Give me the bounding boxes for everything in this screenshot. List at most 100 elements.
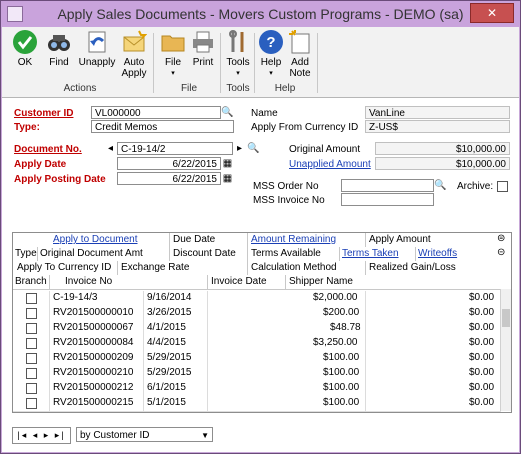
- auto-apply-button[interactable]: Auto Apply: [119, 29, 149, 79]
- customer-id-field[interactable]: VL000000: [91, 106, 221, 119]
- column-divider: [49, 396, 50, 411]
- shipper-cell: $100.00: [323, 397, 360, 408]
- table-row[interactable]: C-19-14/3 9/16/2014 $2,000.00 $0.00: [13, 291, 501, 307]
- writeoffs-header[interactable]: Writeoffs: [418, 248, 457, 259]
- close-button[interactable]: ✕: [470, 3, 514, 23]
- apply-amount-cell[interactable]: $0.00: [469, 292, 494, 303]
- table-row[interactable]: RV201500000215 5/1/2015 $100.00 $0.00: [13, 396, 501, 412]
- apply-amount-cell[interactable]: $0.00: [469, 307, 494, 318]
- envelope-icon: [121, 29, 148, 55]
- file-label: File: [164, 57, 182, 68]
- table-row[interactable]: RV201500000212 6/1/2015 $100.00 $0.00: [13, 381, 501, 397]
- grid-header-row-2: Type Original Document Amt Discount Date…: [13, 247, 511, 262]
- group-file: File: [180, 83, 198, 94]
- ribbon-divider: [254, 33, 255, 93]
- help-icon: ?: [258, 29, 284, 55]
- archive-label: Archive:: [457, 181, 494, 192]
- shipper-cell: $100.00: [323, 382, 360, 393]
- unapplied-amount-field: $10,000.00: [375, 157, 510, 170]
- help-menu-button[interactable]: ? Help ▾: [257, 29, 285, 79]
- invoice-no-cell: RV201500000212: [53, 382, 134, 393]
- column-divider: [207, 366, 208, 381]
- print-button[interactable]: Print: [189, 29, 217, 68]
- mss-order-field[interactable]: [341, 179, 434, 192]
- unapply-button[interactable]: Unapply: [77, 29, 117, 68]
- apply-posting-date-field[interactable]: 6/22/2015: [117, 172, 221, 185]
- chevron-down-icon: ▾: [269, 70, 273, 77]
- search-icon[interactable]: 🔍: [247, 142, 260, 155]
- apply-amount-cell[interactable]: $0.00: [469, 322, 494, 333]
- table-row[interactable]: RV201500000084 4/4/2015 $3,250.00 $0.00: [13, 336, 501, 352]
- column-divider: [207, 275, 208, 289]
- calendar-icon[interactable]: ▦: [221, 172, 234, 185]
- row-select-checkbox[interactable]: [26, 398, 37, 409]
- column-divider: [365, 321, 366, 336]
- chevron-down-icon: ▾: [171, 70, 175, 77]
- unapplied-amount-link[interactable]: Unapplied Amount: [289, 159, 371, 170]
- record-navigation[interactable]: |◂ ◂ ▸ ▸|: [12, 427, 71, 444]
- column-divider: [169, 247, 170, 261]
- chevron-right-icon[interactable]: ▸: [233, 142, 246, 155]
- column-divider: [143, 291, 144, 306]
- original-doc-amt-header: Original Document Amt: [40, 248, 143, 259]
- archive-checkbox[interactable]: [497, 181, 508, 192]
- add-note-button[interactable]: Add Note: [286, 29, 314, 79]
- invoice-date-cell: 6/1/2015: [147, 382, 186, 393]
- amount-remaining-header[interactable]: Amount Remaining: [251, 234, 336, 245]
- column-divider: [143, 336, 144, 351]
- terms-taken-header[interactable]: Terms Taken: [342, 248, 399, 259]
- invoice-date-cell: 4/4/2015: [147, 337, 186, 348]
- table-row[interactable]: RV201500000210 5/29/2015 $100.00 $0.00: [13, 366, 501, 382]
- expand-rows-icon[interactable]: ⊝: [497, 247, 505, 258]
- mss-invoice-label: MSS Invoice No: [253, 195, 325, 206]
- table-row[interactable]: RV201500000209 5/29/2015 $100.00 $0.00: [13, 351, 501, 367]
- ok-button[interactable]: OK: [10, 29, 40, 68]
- row-select-checkbox[interactable]: [26, 338, 37, 349]
- document-no-field[interactable]: C-19-14/2: [117, 142, 233, 155]
- search-icon[interactable]: 🔍: [221, 106, 234, 119]
- realized-gain-loss-header: Realized Gain/Loss: [369, 262, 456, 273]
- column-divider: [169, 233, 170, 247]
- svg-text:?: ?: [266, 34, 275, 51]
- column-divider: [365, 381, 366, 396]
- group-actions: Actions: [63, 83, 97, 94]
- row-select-checkbox[interactable]: [26, 293, 37, 304]
- ribbon-toolbar: OK Find Unapply Auto Apply File ▾ Print: [2, 27, 519, 98]
- apply-amount-cell[interactable]: $0.00: [469, 382, 494, 393]
- apply-amount-cell[interactable]: $0.00: [469, 367, 494, 378]
- apply-amount-cell[interactable]: $0.00: [469, 337, 494, 348]
- find-button[interactable]: Find: [44, 29, 74, 68]
- customer-id-label[interactable]: Customer ID: [14, 108, 73, 119]
- apply-amount-cell[interactable]: $0.00: [469, 352, 494, 363]
- terms-available-header: Terms Available: [251, 248, 321, 259]
- grid-header-row-3: Apply To Currency ID Exchange Rate Calcu…: [13, 261, 511, 276]
- mss-invoice-field[interactable]: [341, 193, 434, 206]
- invoice-date-cell: 9/16/2014: [147, 292, 192, 303]
- file-menu-button[interactable]: File ▾: [158, 29, 188, 79]
- apply-date-field[interactable]: 6/22/2015: [117, 157, 221, 170]
- apply-amount-cell[interactable]: $0.00: [469, 397, 494, 408]
- row-select-checkbox[interactable]: [26, 323, 37, 334]
- table-row[interactable]: RV201500000010 3/26/2015 $200.00 $0.00: [13, 306, 501, 322]
- column-divider: [49, 321, 50, 336]
- tools-menu-button[interactable]: Tools ▾: [224, 29, 252, 79]
- grid-scrollbar[interactable]: [500, 289, 511, 411]
- discount-date-header: Discount Date: [173, 248, 236, 259]
- calendar-icon[interactable]: ▦: [221, 157, 234, 170]
- apply-to-document-header[interactable]: Apply to Document: [53, 234, 138, 245]
- sort-by-select[interactable]: by Customer ID ▼: [76, 427, 213, 442]
- print-label: Print: [192, 57, 214, 68]
- invoice-date-cell: 3/26/2015: [147, 307, 192, 318]
- type-select[interactable]: Credit Memos: [91, 120, 234, 133]
- search-icon[interactable]: 🔍: [434, 179, 447, 192]
- table-row[interactable]: RV201500000067 4/1/2015 $48.78 $0.00: [13, 321, 501, 337]
- document-no-label[interactable]: Document No.: [14, 144, 82, 155]
- row-select-checkbox[interactable]: [26, 383, 37, 394]
- row-select-checkbox[interactable]: [26, 308, 37, 319]
- collapse-rows-icon[interactable]: ⊜: [497, 233, 505, 244]
- row-select-checkbox[interactable]: [26, 353, 37, 364]
- row-select-checkbox[interactable]: [26, 368, 37, 379]
- chevron-left-icon[interactable]: ◂: [104, 142, 117, 155]
- shipper-cell: $100.00: [323, 352, 360, 363]
- scroll-thumb[interactable]: [502, 309, 510, 327]
